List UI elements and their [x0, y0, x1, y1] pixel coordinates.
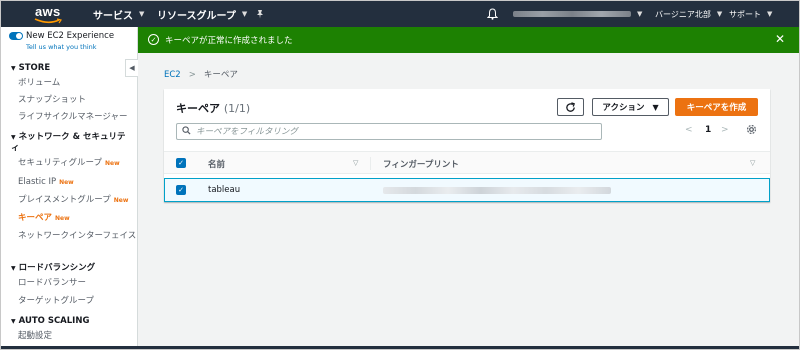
next-page-button[interactable]: > [721, 125, 729, 135]
sort-icon[interactable]: ▽ [353, 159, 358, 167]
chevron-right-icon: > [188, 70, 196, 80]
sidebar-heading-network[interactable]: ▼ ネットワーク & セキュリティ [11, 132, 131, 154]
key-pair-name: tableau [208, 185, 241, 195]
column-header-name[interactable]: 名前 [208, 158, 225, 170]
new-experience-label: New EC2 Experience [26, 31, 115, 41]
services-menu[interactable]: サービス ▼ [93, 1, 144, 27]
resource-groups-label: リソースグループ [157, 10, 236, 22]
search-icon [182, 125, 191, 138]
settings-button[interactable] [746, 124, 757, 138]
account-menu[interactable]: ▼ [513, 1, 642, 27]
select-all-checkbox[interactable]: ✓ [176, 158, 186, 168]
new-badge: New [113, 197, 129, 204]
chevron-down-icon: ▼ [767, 10, 773, 18]
check-circle-icon: ✓ [148, 34, 159, 45]
sidebar-item-key-pairs[interactable]: キーペア New [18, 213, 70, 224]
sidebar-item-security-groups[interactable]: セキュリティグループ New [18, 158, 120, 169]
flash-message: キーペアが正常に作成されました [165, 36, 293, 46]
actions-label: アクション [602, 103, 645, 113]
chevron-down-icon: ▼ [241, 10, 248, 18]
support-label: サポート [729, 9, 761, 19]
region-menu[interactable]: バージニア北部 ▼ [655, 1, 722, 27]
filter-input[interactable] [196, 126, 586, 137]
sort-icon[interactable]: ▽ [750, 159, 755, 167]
brand-text: aws [35, 4, 61, 19]
security-groups-label: セキュリティグループ [18, 158, 102, 168]
key-pairs-label: キーペア [18, 213, 53, 223]
region-label: バージニア北部 [655, 9, 711, 19]
create-key-pair-button[interactable]: キーペアを作成 [675, 98, 758, 116]
account-name-redacted [513, 11, 631, 17]
sidebar-item-lifecycle[interactable]: ライフサイクルマネージャー [18, 112, 127, 123]
new-badge: New [104, 160, 120, 167]
chevron-down-icon: ▼ [716, 10, 723, 18]
caret-down-icon: ▼ [11, 318, 16, 325]
chevron-right-icon: > [721, 125, 729, 135]
column-header-fingerprint[interactable]: フィンガープリント [383, 158, 459, 170]
breadcrumb-current: キーペア [203, 70, 238, 80]
refresh-button[interactable] [557, 98, 584, 116]
network-heading-label: ネットワーク & セキュリティ [11, 132, 126, 153]
pin-icon[interactable] [255, 1, 265, 27]
as-heading-label: AUTO SCALING [18, 316, 90, 326]
refresh-icon [566, 101, 575, 112]
sidebar-item-launch-config[interactable]: 起動設定 [18, 331, 52, 342]
placement-groups-label: プレイスメントグループ [18, 195, 111, 205]
new-badge: New [55, 215, 70, 222]
sidebar-item-target-groups[interactable]: ターゲットグループ [18, 296, 94, 307]
breadcrumb: EC2 > キーペア [164, 68, 238, 80]
bottom-bar [1, 346, 799, 349]
feedback-link[interactable]: Tell us what you think [26, 43, 97, 51]
caret-down-icon: ▼ [11, 65, 16, 72]
sidebar-item-volumes[interactable]: ボリューム [18, 78, 60, 89]
panel-title: キーペア (1/1) [176, 100, 250, 116]
prev-page-button[interactable]: < [685, 125, 693, 135]
row-checkbox[interactable]: ✓ [176, 185, 186, 195]
bell-icon[interactable] [487, 1, 498, 27]
browser-frame: aws サービス ▼ リソースグループ ▼ ▼ バージニア北部 ▼ サポート ▼… [0, 0, 800, 350]
chevron-down-icon: ▼ [139, 10, 145, 18]
chevron-down-icon: ▼ [637, 10, 643, 18]
resource-groups-menu[interactable]: リソースグループ ▼ [157, 1, 247, 27]
sidebar-collapse-button[interactable]: ◀ [125, 59, 138, 77]
fingerprint-redacted [383, 187, 611, 197]
column-divider[interactable] [370, 157, 371, 170]
sidebar-heading-store[interactable]: ▼ STORE [11, 63, 50, 74]
top-navigation: aws サービス ▼ リソースグループ ▼ ▼ バージニア北部 ▼ サポート ▼ [1, 1, 799, 27]
chevron-left-icon: ◀ [129, 64, 135, 72]
key-pairs-panel: キーペア (1/1) アクション ▼ キーペアを作成 < 1 > ✓ 名前 ▽ [164, 89, 770, 202]
sidebar-item-elastic-ip[interactable]: Elastic IP New [18, 177, 74, 188]
support-menu[interactable]: サポート ▼ [729, 1, 772, 27]
chevron-left-icon: < [685, 125, 693, 135]
services-label: サービス [93, 10, 133, 22]
breadcrumb-ec2-link[interactable]: EC2 [164, 70, 181, 80]
sidebar-heading-auto-scaling[interactable]: ▼ AUTO SCALING [11, 316, 89, 327]
sidebar: New EC2 Experience Tell us what you thin… [1, 27, 138, 349]
smile-icon [34, 18, 62, 24]
sidebar-heading-load-balancing[interactable]: ▼ ロードバランシング [11, 263, 95, 274]
caret-down-icon: ▼ [11, 134, 16, 141]
sidebar-item-network-interfaces[interactable]: ネットワークインターフェイス [18, 231, 136, 242]
store-heading-label: STORE [18, 63, 51, 73]
new-badge: New [59, 179, 74, 186]
gear-icon [746, 124, 757, 135]
filter-search[interactable] [176, 123, 602, 140]
caret-down-icon: ▼ [652, 102, 659, 112]
elastic-ip-label: Elastic IP [18, 177, 57, 187]
table-header: ✓ 名前 ▽ フィンガープリント ▽ [164, 151, 770, 174]
new-experience-toggle[interactable] [9, 32, 23, 40]
table-row[interactable]: ✓ tableau [164, 178, 770, 202]
caret-down-icon: ▼ [11, 265, 16, 272]
panel-title-label: キーペア [176, 102, 220, 115]
close-icon[interactable]: ✕ [775, 32, 785, 46]
aws-logo[interactable]: aws [15, 2, 62, 26]
sidebar-item-snapshots[interactable]: スナップショット [18, 95, 86, 106]
panel-count: (1/1) [223, 102, 251, 115]
lb-heading-label: ロードバランシング [18, 263, 96, 273]
sidebar-item-load-balancers[interactable]: ロードバランサー [18, 278, 86, 289]
actions-button[interactable]: アクション ▼ [592, 98, 669, 116]
success-flash: ✓ キーペアが正常に作成されました ✕ [138, 27, 799, 53]
sidebar-item-placement-groups[interactable]: プレイスメントグループ New [18, 195, 128, 206]
page-number[interactable]: 1 [705, 125, 711, 135]
